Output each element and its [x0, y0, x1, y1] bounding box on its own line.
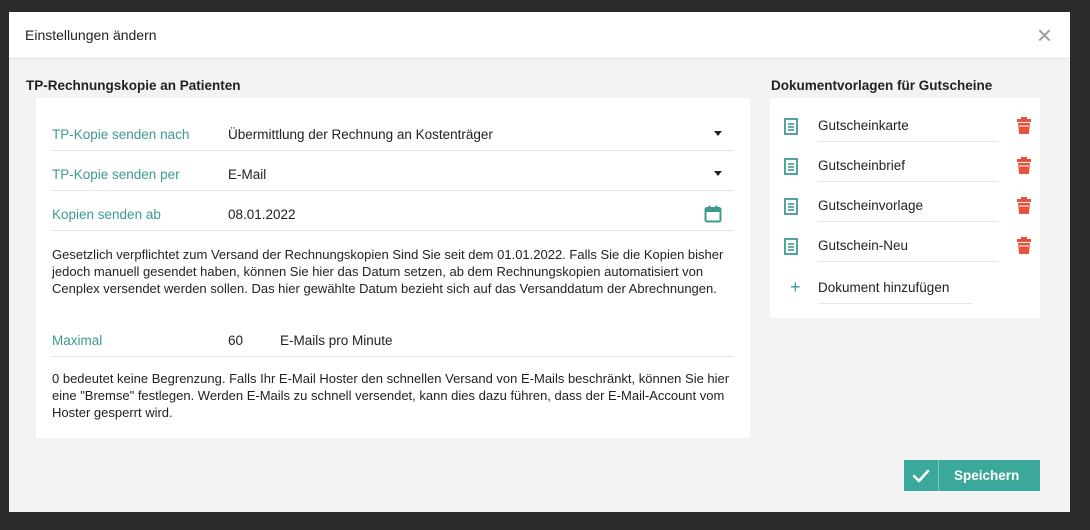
docs-section-title: Dokumentvorlagen für Gutscheine	[771, 78, 993, 93]
document-icon	[784, 238, 798, 260]
max-emails-unit: E-Mails pro Minute	[280, 333, 393, 348]
doc-item-label[interactable]: Gutscheinvorlage	[818, 193, 998, 222]
doc-item-gutscheinbrief[interactable]: Gutscheinbrief	[784, 153, 1031, 183]
document-templates-panel: Gutscheinkarte Gutscheinbrief Gutscheinv…	[770, 98, 1040, 318]
add-document-button[interactable]: + Dokument hinzufügen	[784, 275, 984, 305]
limit-info-text: 0 bedeutet keine Begrenzung. Falls Ihr E…	[52, 371, 730, 420]
legal-info-text: Gesetzlich verpflichtet zum Versand der …	[52, 247, 724, 296]
chevron-down-icon[interactable]	[714, 131, 722, 136]
tp-settings-panel: TP-Kopie senden nach Übermittlung der Re…	[36, 98, 750, 438]
send-via-row[interactable]: TP-Kopie senden per E-Mail	[52, 160, 734, 191]
send-to-row[interactable]: TP-Kopie senden nach Übermittlung der Re…	[52, 120, 734, 151]
doc-item-label[interactable]: Gutscheinbrief	[818, 153, 998, 182]
save-button[interactable]: Speichern	[904, 460, 1040, 491]
calendar-icon[interactable]	[704, 205, 722, 228]
max-emails-input[interactable]: 60	[228, 333, 243, 348]
tp-section-title: TP-Rechnungskopie an Patienten	[26, 78, 241, 93]
doc-item-label[interactable]: Gutschein-Neu	[818, 233, 998, 262]
close-icon[interactable]: ×	[1037, 20, 1052, 50]
max-emails-row[interactable]: Maximal 60 E-Mails pro Minute	[52, 326, 734, 357]
max-label: Maximal	[52, 333, 103, 348]
send-via-label: TP-Kopie senden per	[52, 167, 180, 182]
send-from-row[interactable]: Kopien senden ab 08.01.2022	[52, 200, 734, 231]
check-icon	[904, 460, 939, 491]
dialog-header: Einstellungen ändern ×	[9, 12, 1070, 59]
trash-icon[interactable]	[1016, 156, 1032, 180]
send-to-label: TP-Kopie senden nach	[52, 127, 190, 142]
trash-icon[interactable]	[1016, 116, 1032, 140]
doc-item-gutscheinkarte[interactable]: Gutscheinkarte	[784, 113, 1031, 143]
doc-item-gutschein-neu[interactable]: Gutschein-Neu	[784, 233, 1031, 263]
trash-icon[interactable]	[1016, 236, 1032, 260]
plus-icon[interactable]: +	[790, 278, 801, 296]
document-icon	[784, 118, 798, 140]
trash-icon[interactable]	[1016, 196, 1032, 220]
dialog-title: Einstellungen ändern	[25, 27, 157, 43]
send-from-label: Kopien senden ab	[52, 207, 161, 222]
send-to-select[interactable]: Übermittlung der Rechnung an Kostenträge…	[228, 127, 493, 142]
add-document-label[interactable]: Dokument hinzufügen	[818, 275, 972, 304]
doc-item-gutscheinvorlage[interactable]: Gutscheinvorlage	[784, 193, 1031, 223]
save-button-label[interactable]: Speichern	[954, 468, 1019, 483]
chevron-down-icon[interactable]	[714, 171, 722, 176]
document-icon	[784, 198, 798, 220]
send-via-select[interactable]: E-Mail	[228, 167, 266, 182]
document-icon	[784, 158, 798, 180]
send-from-date-input[interactable]: 08.01.2022	[228, 207, 296, 222]
doc-item-label[interactable]: Gutscheinkarte	[818, 113, 998, 142]
settings-dialog: Einstellungen ändern × TP-Rechnungskopie…	[9, 12, 1070, 512]
